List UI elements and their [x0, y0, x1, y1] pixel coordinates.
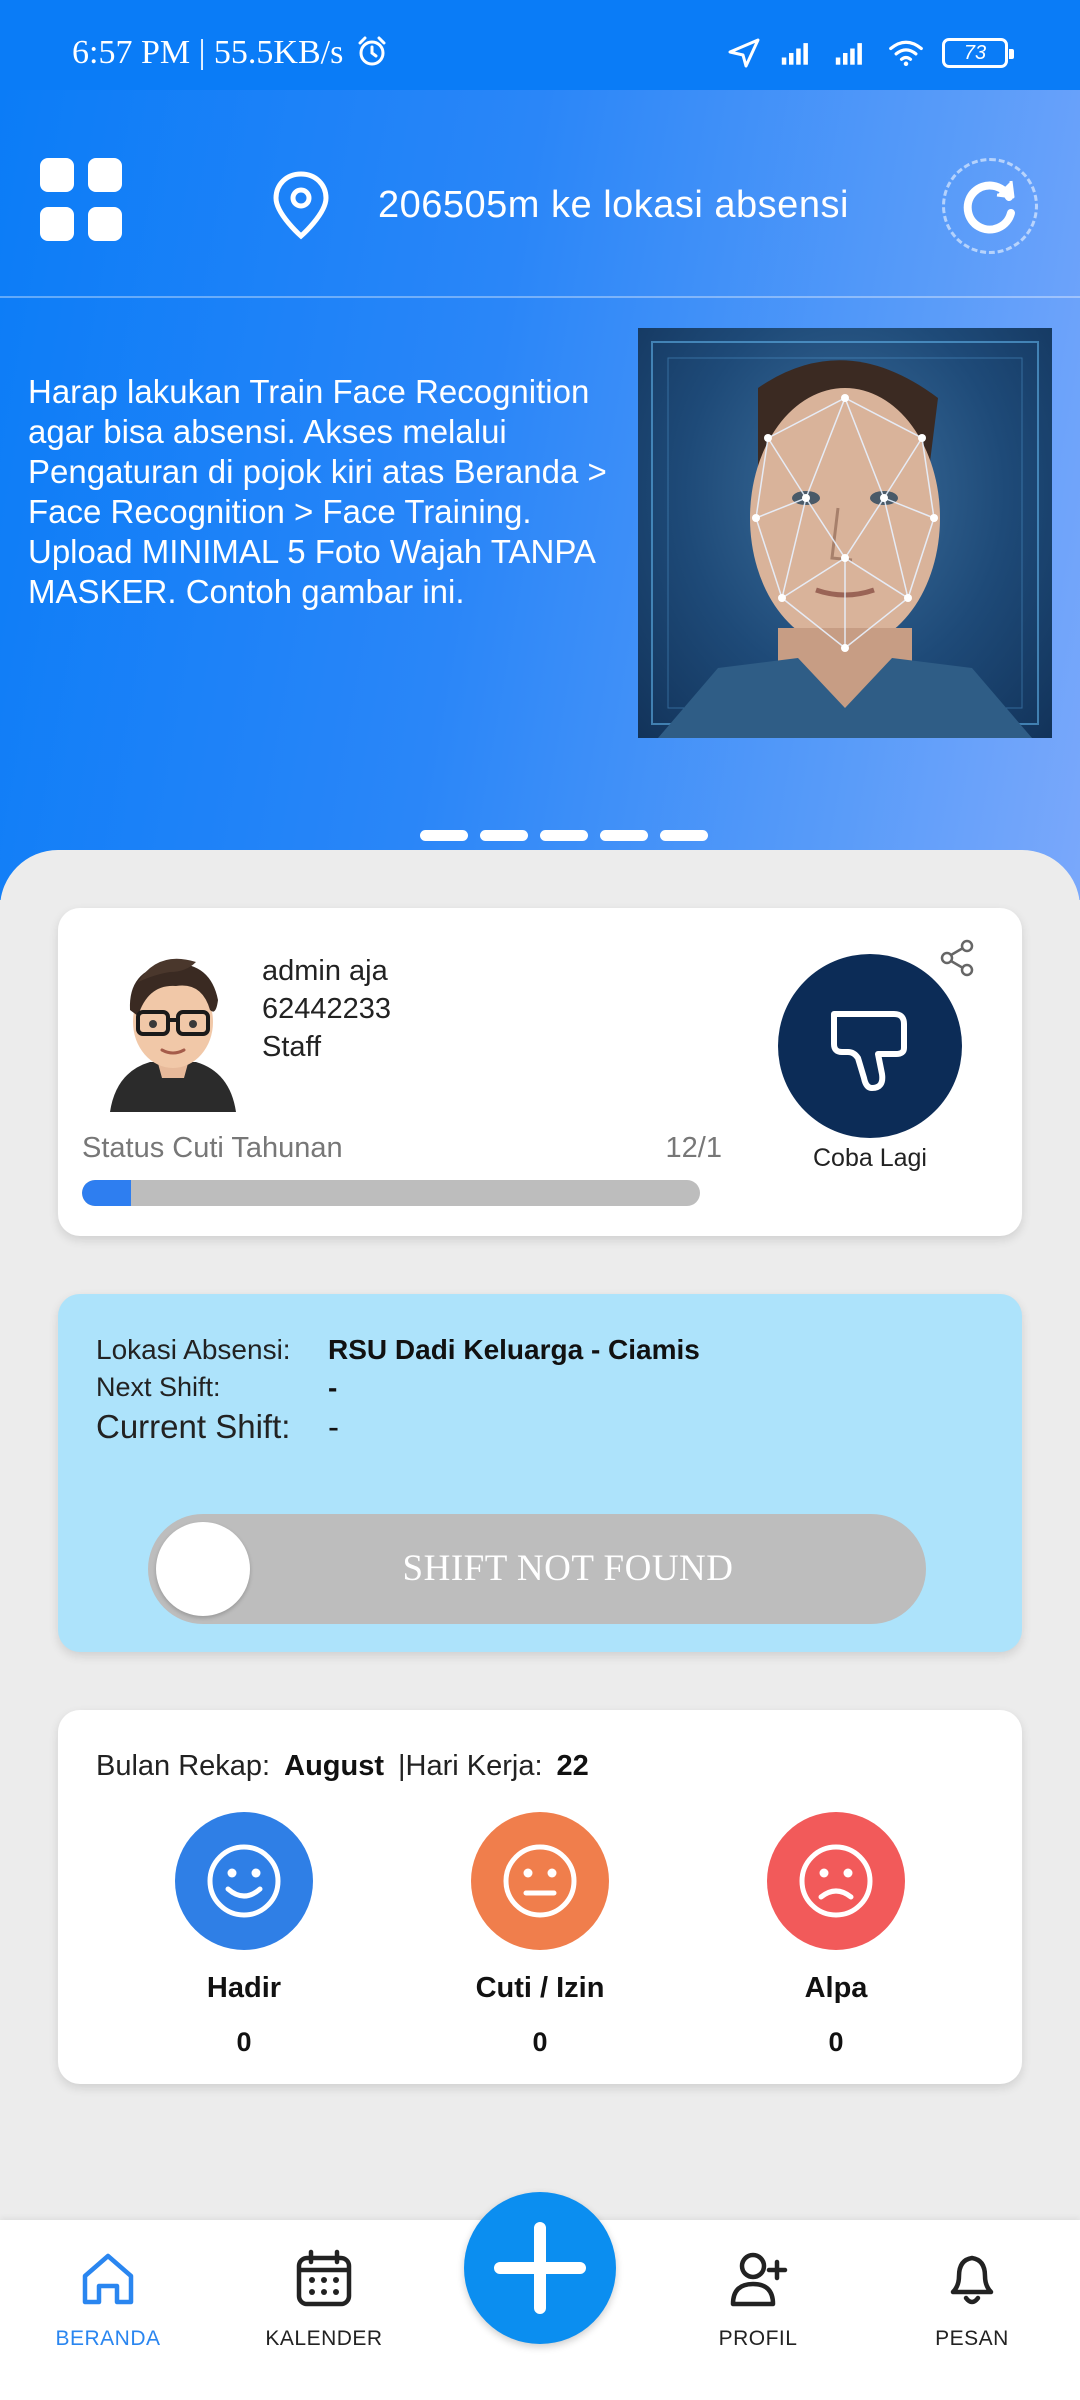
stat-hadir[interactable]: Hadir 0: [144, 1812, 344, 2058]
user-name: admin aja: [262, 955, 388, 987]
nav-label: PESAN: [935, 2327, 1009, 2350]
grid-menu-icon[interactable]: [40, 158, 124, 242]
nav-label: KALENDER: [265, 2327, 383, 2350]
nav-kalender[interactable]: KALENDER: [234, 2248, 414, 2351]
leave-status-label: Status Cuti Tahunan: [82, 1132, 343, 1164]
carousel-dot[interactable]: [480, 830, 528, 841]
carousel-dot[interactable]: [600, 830, 648, 841]
alarm-icon: [358, 36, 386, 66]
hari-kerja-label: |Hari Kerja:: [398, 1750, 543, 1782]
leave-progress-bar: [82, 1180, 700, 1206]
top-bar: 206505m ke lokasi absensi: [0, 90, 1080, 298]
refresh-button[interactable]: [942, 158, 1038, 254]
share-icon[interactable]: [938, 938, 976, 978]
avatar: [110, 958, 236, 1112]
nav-label: PROFIL: [718, 2327, 798, 2350]
next-shift-value: -: [328, 1372, 338, 1403]
lokasi-value: RSU Dadi Keluarga - Ciamis: [328, 1334, 700, 1365]
recap-header: Bulan Rekap: August |Hari Kerja: 22: [96, 1750, 589, 1783]
slider-status-text: SHIFT NOT FOUND: [402, 1548, 734, 1589]
current-shift-label: Current Shift:: [96, 1408, 291, 1445]
signal-icon: [781, 43, 808, 65]
neutral-face-icon: [471, 1812, 609, 1950]
location-arrow-icon: [728, 38, 760, 68]
thumbs-down-icon: [831, 1011, 907, 1091]
stat-cuti-izin[interactable]: Cuti / Izin 0: [440, 1812, 640, 2058]
carousel-dot[interactable]: [660, 830, 708, 841]
next-shift-label: Next Shift:: [96, 1372, 221, 1402]
carousel-dot[interactable]: [420, 830, 468, 841]
stat-value: 0: [532, 2027, 548, 2057]
face-training-banner-text: Harap lakukan Train Face Recognition aga…: [28, 373, 607, 610]
leave-count: 12/1: [665, 1132, 722, 1164]
stat-value: 0: [236, 2027, 252, 2057]
status-bar: 6:57 PM | 55.5KB/s 73: [0, 0, 1080, 90]
stat-label: Alpa: [804, 1972, 868, 2004]
sad-face-icon: [767, 1812, 905, 1950]
nav-label: BERANDA: [55, 2327, 161, 2350]
bulan-value: August: [284, 1750, 384, 1782]
profile-card: admin aja 62442233 Staff Coba Lagi Statu…: [58, 908, 1022, 1236]
wifi-icon: [889, 40, 923, 67]
refresh-icon: [963, 180, 1015, 234]
battery-icon: 73: [942, 38, 1014, 68]
carousel-indicator[interactable]: [420, 830, 708, 841]
hari-kerja-value: 22: [556, 1750, 589, 1782]
stat-alpa[interactable]: Alpa 0: [736, 1812, 936, 2058]
monthly-recap-card: Bulan Rekap: August |Hari Kerja: 22 Hadi…: [58, 1710, 1022, 2084]
slider-handle[interactable]: [156, 1522, 250, 1616]
bulan-label: Bulan Rekap:: [96, 1750, 271, 1782]
check-in-slider[interactable]: SHIFT NOT FOUND: [148, 1514, 926, 1624]
nav-profil[interactable]: PROFIL: [668, 2248, 848, 2351]
retry-button[interactable]: [778, 954, 962, 1138]
bell-icon: [950, 2255, 994, 2305]
happy-face-icon: [175, 1812, 313, 1950]
user-role: Staff: [262, 1031, 322, 1063]
shift-card: Lokasi Absensi: RSU Dadi Keluarga - Ciam…: [58, 1294, 1022, 1652]
carousel-dot[interactable]: [540, 830, 588, 841]
lokasi-label: Lokasi Absensi:: [96, 1334, 291, 1365]
signal-icon: [835, 43, 862, 65]
retry-label: Coba Lagi: [813, 1144, 927, 1172]
status-time: 6:57 PM | 55.5KB/s: [72, 34, 388, 72]
home-icon: [82, 2253, 134, 2305]
stat-label: Hadir: [206, 1972, 282, 2004]
nav-beranda[interactable]: BERANDA: [18, 2248, 198, 2351]
add-button[interactable]: [464, 2192, 616, 2344]
add-user-icon: [730, 2252, 788, 2307]
status-icons: 73: [726, 38, 1014, 68]
calendar-icon: [296, 2249, 352, 2307]
face-recognition-image: [638, 328, 1052, 738]
stat-label: Cuti / Izin: [475, 1972, 605, 2004]
location-pin-icon: [273, 171, 329, 240]
stat-value: 0: [828, 2027, 844, 2057]
leave-progress-fill: [82, 1180, 132, 1206]
current-shift-value: -: [328, 1408, 339, 1445]
nav-pesan[interactable]: PESAN: [882, 2248, 1062, 2351]
user-id: 62442233: [262, 993, 392, 1025]
profile-info: admin aja 62442233 Staff: [262, 952, 391, 1066]
distance-text: 206505m ke lokasi absensi: [378, 184, 849, 226]
plus-icon: [494, 2222, 586, 2314]
